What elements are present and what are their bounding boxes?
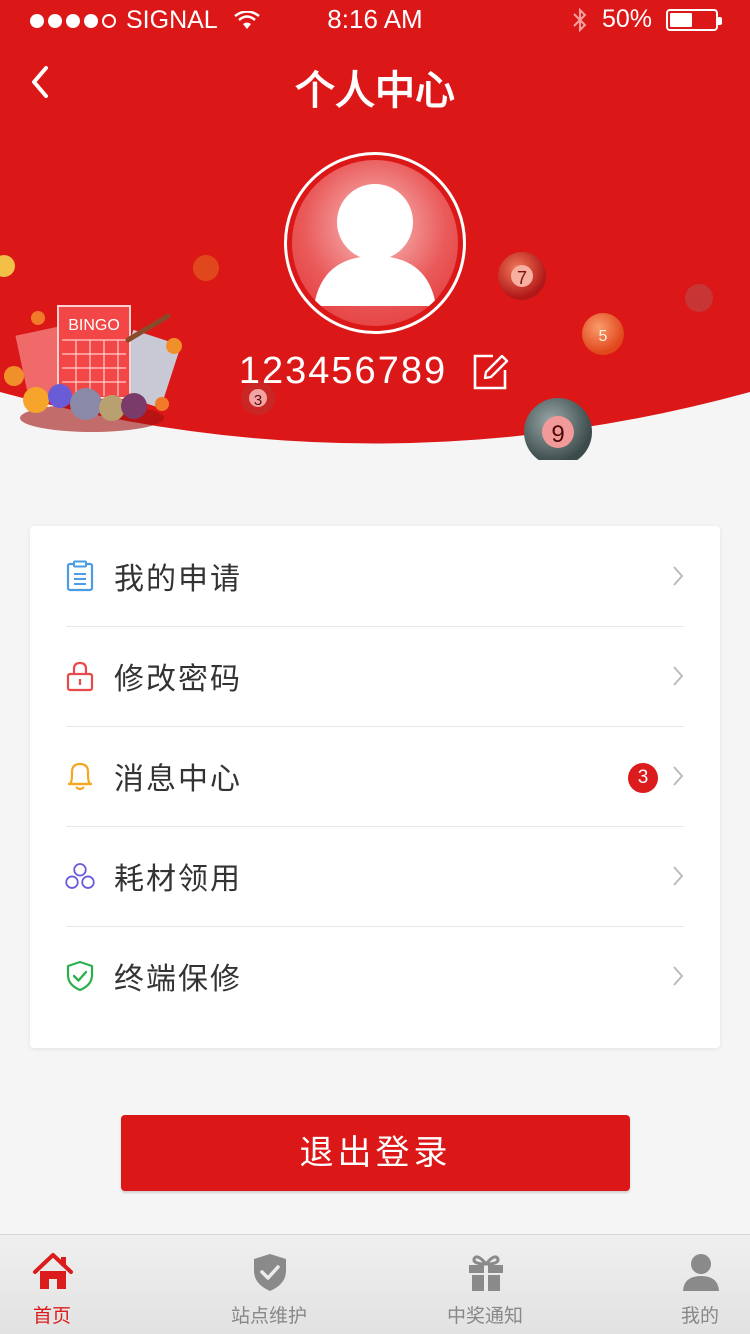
bluetooth-icon [573, 7, 587, 32]
status-bar: SIGNAL 8:16 AM 50% [0, 0, 750, 40]
status-right: 50% [572, 5, 722, 34]
tab-label: 中奖通知 [446, 1305, 523, 1327]
menu-item-terminal-repair[interactable]: 终端保修 [30, 926, 720, 1026]
bottom-tab-bar: 首页 站点维护 中奖通知 我的 [0, 1234, 750, 1334]
menu-item-change-password[interactable]: 修改密码 [30, 626, 720, 726]
logout-button[interactable]: 退出登录 [121, 1115, 630, 1191]
avatar[interactable] [284, 152, 466, 334]
chevron-right-icon [673, 766, 684, 786]
page-title: 个人中心 [295, 68, 455, 114]
tab-label: 首页 [32, 1305, 71, 1327]
menu-label: 我的申请 [114, 562, 242, 597]
tab-home[interactable]: 首页 [0, 1235, 117, 1334]
user-icon [683, 1254, 719, 1291]
menu-item-message-center[interactable]: 消息中心 3 [30, 726, 720, 826]
user-silhouette-icon [314, 184, 436, 306]
unread-badge: 3 [628, 763, 658, 793]
menu-label: 终端保修 [114, 962, 242, 997]
decor-ball-9-label: 9 [551, 421, 564, 448]
bingo-card-label: BINGO [68, 317, 120, 334]
chevron-right-icon [673, 566, 684, 586]
avatar-image [292, 160, 458, 326]
battery-percent: 50% [601, 5, 652, 33]
tab-label: 站点维护 [230, 1305, 307, 1327]
chevron-right-icon [673, 966, 684, 986]
lock-icon [64, 660, 96, 692]
home-icon [33, 1253, 73, 1289]
username-row: 123456789 [0, 350, 750, 393]
tab-site-maintenance[interactable]: 站点维护 [204, 1235, 334, 1334]
tab-label: 我的 [680, 1305, 719, 1327]
edit-icon[interactable] [471, 352, 511, 392]
decor-ball [193, 255, 219, 281]
chevron-right-icon [673, 866, 684, 886]
menu-label: 消息中心 [114, 762, 242, 797]
shield-check-icon [64, 960, 96, 992]
decor-ball-3-label: 3 [254, 392, 262, 409]
gift-icon [469, 1255, 503, 1291]
bell-icon [64, 760, 96, 792]
chevron-right-icon [673, 666, 684, 686]
username: 123456789 [238, 350, 448, 392]
menu-label: 耗材领用 [114, 862, 242, 897]
battery-fill [670, 12, 692, 27]
decor-ball-7-label: 7 [517, 268, 527, 288]
menu-label: 修改密码 [114, 662, 242, 697]
decor-ball [685, 284, 713, 312]
clipboard-icon [64, 560, 96, 592]
battery-icon [666, 8, 722, 31]
menu-item-my-applications[interactable]: 我的申请 [30, 526, 720, 626]
circles-icon [64, 860, 96, 892]
shield-icon [254, 1254, 286, 1291]
decor-ball-5-label: 5 [599, 328, 608, 345]
menu-list: 我的申请 修改密码 消息中心 3 耗材领用 终端保修 [30, 526, 720, 1048]
tab-prize-notice[interactable]: 中奖通知 [420, 1235, 550, 1334]
profile-header: 7 5 3 9 BINGO SIGNAL 8:16 AM 50% 个人中心 12… [0, 0, 750, 460]
menu-item-consumables[interactable]: 耗材领用 [30, 826, 720, 926]
tab-mine[interactable]: 我的 [635, 1235, 750, 1334]
